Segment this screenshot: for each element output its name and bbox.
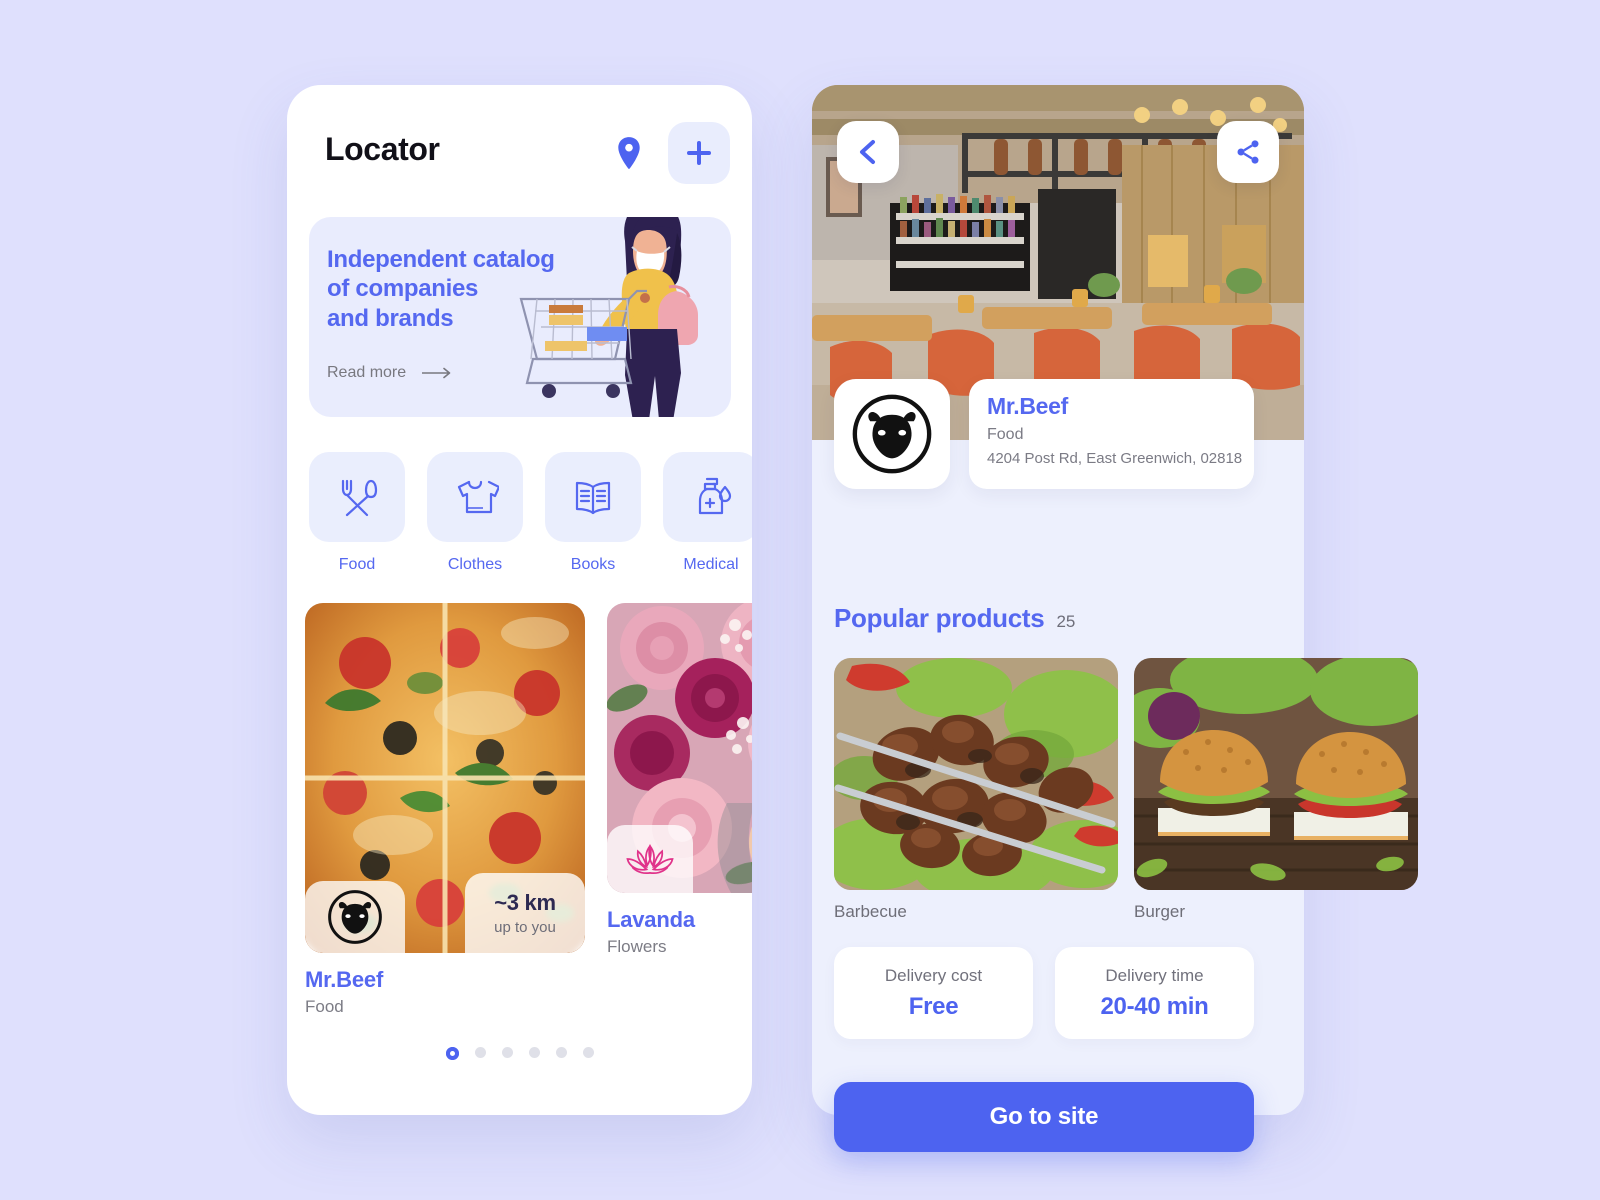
sanitizer-bottle-icon bbox=[698, 477, 732, 515]
banner-title-line-3: and brands bbox=[327, 304, 454, 332]
share-icon bbox=[1237, 140, 1259, 164]
delivery-time-value: 20-40 min bbox=[1100, 992, 1209, 1020]
category-list: Food Clothes Books Medical bbox=[309, 452, 752, 587]
business-detail-panel: Mr.Beef Food 4204 Post Rd, East Greenwic… bbox=[812, 85, 1418, 1152]
shop-category: Flowers bbox=[607, 937, 667, 956]
delivery-cost-label: Delivery cost bbox=[884, 965, 983, 985]
delivery-time-card: Delivery time 20-40 min bbox=[1055, 947, 1254, 1039]
share-button[interactable] bbox=[1217, 121, 1279, 183]
location-pin-glyph bbox=[618, 137, 640, 169]
fork-spoon-icon bbox=[341, 479, 378, 517]
location-pin-icon[interactable] bbox=[609, 130, 649, 178]
woman-with-shopping-cart-illustration bbox=[519, 217, 698, 417]
category-tile bbox=[545, 452, 641, 542]
business-info-card: Mr.Beef Food 4204 Post Rd, East Greenwic… bbox=[969, 379, 1254, 489]
business-category: Food bbox=[987, 426, 1024, 443]
read-more-label: Read more bbox=[327, 364, 407, 381]
delivery-cost-card: Delivery cost Free bbox=[834, 947, 1033, 1039]
business-address: 4204 Post Rd, East Greenwich, 02818 bbox=[987, 450, 1243, 467]
burgers-art bbox=[1134, 658, 1418, 890]
shop-logo-chip bbox=[305, 881, 405, 953]
product-card-barbecue[interactable]: Barbecue bbox=[834, 658, 1118, 922]
category-item-books[interactable]: Books bbox=[545, 452, 641, 587]
back-button[interactable] bbox=[837, 121, 899, 183]
distance-badge: ~3 km up to you bbox=[465, 873, 585, 953]
plus-icon bbox=[687, 141, 711, 165]
arrow-right-icon bbox=[422, 367, 451, 379]
carousel-pagination[interactable] bbox=[287, 1047, 752, 1060]
category-label: Books bbox=[570, 556, 616, 573]
open-book-icon bbox=[575, 481, 611, 515]
shop-photo-flowers bbox=[607, 603, 752, 893]
pagination-dot[interactable] bbox=[501, 1047, 513, 1058]
chevron-left-icon bbox=[860, 140, 875, 164]
category-tile bbox=[309, 452, 405, 542]
popular-products-title: Popular products bbox=[834, 603, 1045, 633]
delivery-cost-value: Free bbox=[908, 992, 959, 1020]
category-tile bbox=[663, 452, 752, 542]
go-to-site-button[interactable]: Go to site bbox=[834, 1082, 1254, 1152]
tshirt-icon bbox=[457, 480, 499, 514]
delivery-time-label: Delivery time bbox=[1105, 965, 1204, 985]
shop-card-list: ~3 km up to you Mr.Beef Food Lavanda Flo… bbox=[305, 603, 752, 1033]
barbecue-art bbox=[834, 658, 1118, 890]
category-item-food[interactable]: Food bbox=[309, 452, 405, 587]
shop-card-lavanda[interactable]: Lavanda Flowers bbox=[607, 603, 752, 957]
read-more-link[interactable]: Read more bbox=[327, 364, 452, 382]
category-item-clothes[interactable]: Clothes bbox=[427, 452, 523, 587]
category-item-medical[interactable]: Medical bbox=[663, 452, 752, 587]
category-tile bbox=[427, 452, 523, 542]
product-card-burger[interactable]: Burger bbox=[1134, 658, 1418, 922]
add-button[interactable] bbox=[668, 122, 730, 184]
shop-photo-pizza: ~3 km up to you bbox=[305, 603, 585, 953]
pagination-dot[interactable] bbox=[582, 1047, 594, 1058]
shop-card-mr-beef[interactable]: ~3 km up to you Mr.Beef Food bbox=[305, 603, 585, 1017]
pagination-dot-active[interactable] bbox=[445, 1047, 459, 1060]
pagination-dot[interactable] bbox=[555, 1047, 567, 1058]
shop-logo-chip bbox=[607, 825, 693, 893]
category-label: Clothes bbox=[447, 556, 503, 573]
product-label: Burger bbox=[1134, 902, 1186, 921]
shop-name: Lavanda bbox=[607, 907, 695, 932]
business-logo bbox=[834, 379, 950, 489]
pagination-dot[interactable] bbox=[474, 1047, 486, 1058]
shop-category: Food bbox=[305, 997, 344, 1016]
delivery-info: Delivery cost Free Delivery time 20-40 m… bbox=[834, 947, 1254, 1039]
distance-value: ~3 km bbox=[494, 890, 556, 915]
lotus-flower-icon bbox=[626, 844, 674, 875]
pagination-dot[interactable] bbox=[528, 1047, 540, 1058]
cow-head-icon bbox=[328, 890, 382, 944]
shop-name: Mr.Beef bbox=[305, 967, 384, 992]
popular-products-header: Popular products 25 bbox=[834, 603, 1075, 634]
app-title: Locator bbox=[325, 131, 440, 167]
promo-banner[interactable]: Independent catalog of companies and bra… bbox=[309, 217, 731, 417]
business-name: Mr.Beef bbox=[987, 393, 1068, 419]
product-label: Barbecue bbox=[834, 902, 907, 921]
cow-head-icon bbox=[852, 394, 932, 474]
category-label: Medical bbox=[683, 556, 739, 573]
locator-app-panel: Locator Independent catalog of companies… bbox=[287, 85, 752, 1115]
product-photo-burger bbox=[1134, 658, 1418, 890]
category-label: Food bbox=[338, 556, 376, 573]
popular-products-count: 25 bbox=[1056, 612, 1076, 631]
banner-title-line-2: of companies bbox=[327, 275, 479, 303]
product-photo-barbecue bbox=[834, 658, 1118, 890]
distance-subtitle: up to you bbox=[494, 919, 556, 936]
